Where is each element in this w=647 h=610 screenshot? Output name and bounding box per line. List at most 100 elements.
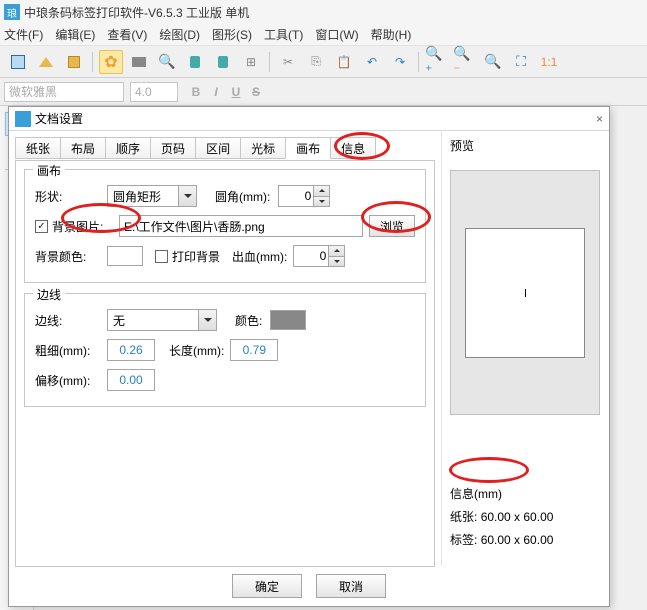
- bgcolor-label: 背景颜色:: [35, 248, 107, 265]
- menu-help[interactable]: 帮助(H): [371, 26, 412, 43]
- bgimg-path-input[interactable]: [119, 215, 363, 237]
- radius-label: 圆角(mm):: [215, 188, 270, 205]
- menu-draw[interactable]: 绘图(D): [159, 26, 200, 43]
- bleed-input[interactable]: [294, 246, 328, 266]
- spinner-buttons[interactable]: [328, 246, 344, 266]
- zoomin-button[interactable]: 🔍⁺: [425, 50, 449, 74]
- offset-label: 偏移(mm):: [35, 372, 107, 389]
- edgecolor-swatch[interactable]: [270, 310, 306, 330]
- undo-button[interactable]: ↶: [360, 50, 384, 74]
- menu-file[interactable]: 文件(F): [4, 26, 43, 43]
- menubar: 文件(F) 编辑(E) 查看(V) 绘图(D) 图形(S) 工具(T) 窗口(W…: [0, 24, 647, 46]
- menu-edit[interactable]: 编辑(E): [55, 26, 95, 43]
- cut-button[interactable]: ✂: [276, 50, 300, 74]
- menu-tool[interactable]: 工具(T): [264, 26, 303, 43]
- radius-input[interactable]: [279, 186, 313, 206]
- tab-strip: 纸张 布局 顺序 页码 区间 光标 画布 信息: [15, 137, 435, 161]
- grid-button[interactable]: ⊞: [239, 50, 263, 74]
- dialog-sidebar: 预览 信息(mm) 纸张: 60.00 x 60.00 标签: 60.00 x …: [441, 131, 609, 566]
- open-button[interactable]: [34, 50, 58, 74]
- edgecolor-label: 颜色:: [235, 312, 262, 329]
- printbg-checkbox[interactable]: 打印背景: [155, 248, 220, 265]
- bgcolor-swatch[interactable]: [107, 246, 143, 266]
- dialog-title: 文档设置: [35, 110, 587, 127]
- preview-button[interactable]: 🔍: [155, 50, 179, 74]
- italic-button[interactable]: I: [206, 85, 226, 99]
- redo-button[interactable]: ↷: [388, 50, 412, 74]
- app-title: 中琅条码标签打印软件-V6.5.3 工业版 单机: [24, 4, 249, 21]
- tab-paper[interactable]: 纸张: [15, 137, 61, 159]
- dialog-close-button[interactable]: ×: [587, 112, 603, 126]
- tab-canvas[interactable]: 画布: [285, 137, 331, 159]
- main-toolbar: ✿ 🔍 ⊞ ✂ ⎘ 📋 ↶ ↷ 🔍⁺ 🔍⁻ 🔍 ⛶ 1:1: [0, 46, 647, 78]
- info-label-label: 标签:: [450, 533, 477, 547]
- length-input[interactable]: [230, 339, 278, 361]
- canvas-group: 画布 形状: 圆角矩形 圆角(mm):: [24, 169, 426, 283]
- checkbox-icon: [155, 250, 168, 263]
- shape-combo[interactable]: 圆角矩形: [107, 185, 197, 207]
- titlebar: 琅 中琅条码标签打印软件-V6.5.3 工业版 单机: [0, 0, 647, 24]
- browse-button[interactable]: 浏览: [369, 215, 415, 237]
- length-label: 长度(mm):: [169, 342, 224, 359]
- thickness-input[interactable]: [107, 339, 155, 361]
- menu-view[interactable]: 查看(V): [107, 26, 147, 43]
- print-button[interactable]: [127, 50, 151, 74]
- offset-input[interactable]: [107, 369, 155, 391]
- edge-combo[interactable]: 无: [107, 309, 217, 331]
- cancel-button[interactable]: 取消: [316, 574, 386, 598]
- tab-layout[interactable]: 布局: [60, 137, 106, 159]
- menu-shape[interactable]: 图形(S): [212, 26, 252, 43]
- zoomfull-button[interactable]: ⛶: [509, 50, 533, 74]
- app-icon: 琅: [4, 4, 20, 20]
- bleed-label: 出血(mm):: [232, 248, 287, 265]
- info-paper-value: 60.00 x 60.00: [481, 510, 554, 524]
- border-group: 边线 边线: 无 颜色: 粗细(mm):: [24, 293, 426, 407]
- chevron-down-icon: [178, 186, 196, 206]
- tab-order[interactable]: 顺序: [105, 137, 151, 159]
- zoomfit-button[interactable]: 🔍: [481, 50, 505, 74]
- checkbox-icon: [35, 220, 48, 233]
- spinner-buttons[interactable]: [313, 186, 329, 206]
- strike-button[interactable]: S: [246, 85, 266, 99]
- db2-button[interactable]: [211, 50, 235, 74]
- preview-box: [450, 170, 600, 415]
- info-title: 信息(mm): [450, 485, 601, 502]
- zoomout-button[interactable]: 🔍⁻: [453, 50, 477, 74]
- info-section: 信息(mm) 纸张: 60.00 x 60.00 标签: 60.00 x 60.…: [450, 485, 601, 548]
- copy-button[interactable]: ⎘: [304, 50, 328, 74]
- tab-page[interactable]: 页码: [150, 137, 196, 159]
- tab-panel: 画布 形状: 圆角矩形 圆角(mm):: [15, 160, 435, 567]
- bold-button[interactable]: B: [186, 85, 206, 99]
- font-combo[interactable]: 微软雅黑: [4, 82, 124, 102]
- info-paper-label: 纸张:: [450, 510, 477, 524]
- underline-button[interactable]: U: [226, 85, 246, 99]
- canvas-group-title: 画布: [33, 162, 65, 179]
- tab-cursor[interactable]: 光标: [240, 137, 286, 159]
- document-settings-dialog: 文档设置 × 纸张 布局 顺序 页码 区间 光标 画布 信息 画布: [8, 106, 610, 607]
- zoom100-button[interactable]: 1:1: [537, 50, 561, 74]
- bgimg-checkbox[interactable]: 背景图片:: [35, 218, 119, 235]
- tab-info[interactable]: 信息: [330, 137, 376, 159]
- shape-label: 形状:: [35, 188, 107, 205]
- dialog-main: 纸张 布局 顺序 页码 区间 光标 画布 信息 画布 形状:: [9, 131, 441, 566]
- bleed-spinner[interactable]: [293, 245, 345, 267]
- new-button[interactable]: [6, 50, 30, 74]
- tab-range[interactable]: 区间: [195, 137, 241, 159]
- fontsize-combo[interactable]: 4.0: [130, 82, 178, 102]
- workspace: ➤ ⬚ A ≡ ▥ ◎ 〰 ◡ ⩕ △ 文档设置 × 纸张 布局 顺序: [0, 106, 647, 610]
- thickness-label: 粗细(mm):: [35, 342, 107, 359]
- border-group-title: 边线: [33, 286, 65, 303]
- preview-canvas: [465, 228, 585, 358]
- dialog-icon: [15, 111, 31, 127]
- paste-button[interactable]: 📋: [332, 50, 356, 74]
- ok-button[interactable]: 确定: [232, 574, 302, 598]
- edge-label: 边线:: [35, 312, 107, 329]
- db-button[interactable]: [183, 50, 207, 74]
- save-button[interactable]: [62, 50, 86, 74]
- radius-spinner[interactable]: [278, 185, 330, 207]
- dialog-titlebar[interactable]: 文档设置 ×: [9, 107, 609, 131]
- chevron-down-icon: [198, 310, 216, 330]
- settings-button[interactable]: ✿: [99, 50, 123, 74]
- format-toolbar: 微软雅黑 4.0 B I U S: [0, 78, 647, 106]
- menu-window[interactable]: 窗口(W): [315, 26, 358, 43]
